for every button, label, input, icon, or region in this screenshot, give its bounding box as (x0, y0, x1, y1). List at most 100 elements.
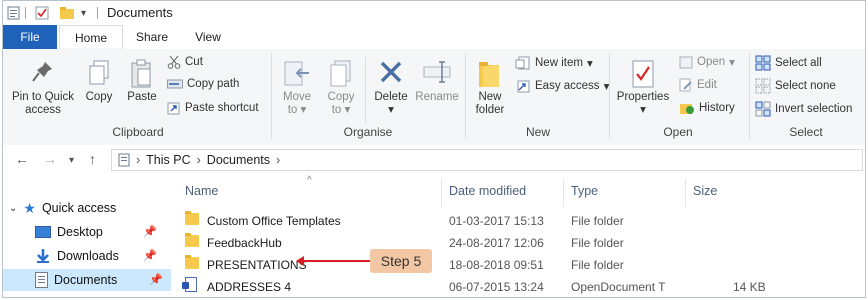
copy-path-button[interactable]: Copy path (167, 78, 239, 90)
pin-icon[interactable]: 📌 (143, 225, 157, 238)
paste-button[interactable]: Paste (123, 59, 161, 104)
move-to-label-line1: Move (282, 91, 312, 103)
table-row[interactable]: Custom Office Templates 01-03-2017 15:13… (171, 210, 865, 231)
address-bar[interactable]: › This PC › Documents › (111, 149, 863, 171)
pin-to-quick-access-button[interactable]: Pin to Quick access (7, 59, 79, 117)
back-arrow-icon[interactable]: ← (15, 151, 29, 167)
move-to-button[interactable]: Move to ▾ (277, 59, 317, 117)
tab-share[interactable]: Share (127, 25, 177, 49)
nav-item-label: Desktop (57, 225, 103, 239)
file-type: File folder (571, 236, 624, 250)
file-name: PRESENTATIONS (207, 258, 307, 272)
select-none-button[interactable]: Select none (755, 78, 836, 94)
paste-shortcut-button[interactable]: Paste shortcut (167, 101, 259, 115)
delete-button[interactable]: Delete ▾ (369, 59, 413, 117)
copy-to-button[interactable]: Copy to ▾ (321, 59, 361, 117)
customize-toolbar-icon[interactable]: ▾ (81, 5, 86, 21)
paste-icon (123, 59, 161, 91)
breadcrumb-separator-icon: › (276, 153, 281, 167)
open-label: Open (697, 56, 726, 68)
nav-downloads[interactable]: Downloads 📌 (35, 245, 165, 267)
file-list: ^ Name Date modified Type Size Custom Of… (171, 175, 865, 297)
title-bar: ▾ Documents (3, 1, 865, 25)
new-folder-button[interactable]: New folder (469, 59, 511, 117)
history-button[interactable]: History (679, 101, 735, 115)
invert-selection-icon (755, 101, 771, 117)
pin-label-line1: Pin to Quick (12, 91, 74, 103)
copy-label: Copy (85, 91, 113, 103)
chevron-down-icon: ⌄ (9, 202, 18, 214)
annotation-arrow (302, 260, 370, 262)
file-type: OpenDocument T (571, 280, 666, 294)
pin-icon[interactable]: 📌 (143, 249, 157, 262)
rename-label: Rename (415, 91, 459, 103)
pin-icon[interactable]: 📌 (149, 273, 163, 286)
file-name: FeedbackHub (207, 236, 282, 250)
star-icon: ★ (23, 199, 36, 216)
nav-documents[interactable]: Documents 📌 (3, 269, 171, 291)
select-none-label: Select none (775, 80, 836, 92)
cut-button[interactable]: Cut (167, 55, 203, 69)
new-item-button[interactable]: New item ▾ (515, 55, 593, 71)
tab-file[interactable]: File (3, 25, 57, 49)
delete-label: Delete (374, 91, 408, 103)
breadcrumb-documents[interactable]: Documents (207, 153, 270, 167)
file-explorer-window: ▾ Documents File Home Share View Pin to … (2, 0, 866, 298)
new-folder-label-line1: New (478, 91, 502, 103)
paste-shortcut-icon (167, 101, 181, 115)
column-header-name[interactable]: Name (185, 184, 218, 198)
nav-desktop[interactable]: Desktop 📌 (35, 221, 165, 243)
file-date: 01-03-2017 15:13 (449, 214, 544, 228)
edit-button[interactable]: Edit (679, 78, 717, 92)
recent-locations-icon[interactable]: ▾ (69, 155, 74, 166)
tab-view[interactable]: View (183, 25, 233, 49)
new-item-label: New item (535, 57, 583, 69)
scissors-icon (167, 55, 181, 69)
new-group-label: New (525, 125, 550, 139)
navigation-bar: ← → ▾ ↑ › This PC › Documents › (3, 145, 865, 175)
copy-button[interactable]: Copy (81, 59, 117, 104)
invert-selection-button[interactable]: Invert selection (755, 101, 852, 117)
up-arrow-icon[interactable]: ↑ (89, 151, 96, 167)
forward-arrow-icon[interactable]: → (43, 151, 57, 167)
properties-icon[interactable] (7, 5, 21, 21)
properties-dropdown-icon: ▾ (640, 104, 646, 116)
table-row[interactable]: ADDRESSES 4 06-07-2015 13:24 OpenDocumen… (171, 276, 865, 297)
clipboard-group-label: Clipboard (112, 125, 164, 139)
nav-quick-access[interactable]: ⌄ ★ Quick access (9, 197, 116, 219)
window-title: Documents (107, 5, 173, 20)
this-pc-icon (118, 153, 130, 167)
copy-to-label-line2: to ▾ (331, 104, 351, 116)
new-folder-icon[interactable] (59, 5, 75, 21)
easy-access-button[interactable]: Easy access ▾ (515, 78, 609, 94)
table-row[interactable]: PRESENTATIONS 18-08-2018 09:51 File fold… (171, 254, 865, 275)
properties-button[interactable]: Properties ▾ (615, 59, 671, 117)
folder-icon (185, 255, 199, 269)
open-group-label: Open (663, 125, 693, 139)
step-callout: Step 5 (370, 249, 432, 273)
column-header-size[interactable]: Size (693, 184, 717, 198)
table-row[interactable]: FeedbackHub 24-08-2017 12:06 File folder (171, 232, 865, 253)
cut-label: Cut (185, 56, 203, 68)
open-button[interactable]: Open ▾ (679, 55, 735, 69)
file-size: 14 KB (733, 280, 766, 294)
checkmark-icon[interactable] (35, 5, 49, 21)
rename-icon (413, 59, 461, 91)
column-header-date-modified[interactable]: Date modified (449, 184, 526, 198)
delete-x-icon (369, 59, 413, 91)
select-all-button[interactable]: Select all (755, 55, 822, 71)
file-name: Custom Office Templates (207, 214, 341, 228)
easy-access-icon (515, 78, 531, 94)
select-group-label: Select (789, 125, 823, 139)
navigation-pane: ⌄ ★ Quick access Desktop 📌 Downloads 📌 D… (3, 177, 171, 297)
column-header-type[interactable]: Type (571, 184, 598, 198)
history-label: History (699, 102, 735, 114)
breadcrumb-this-pc[interactable]: This PC (146, 153, 190, 167)
nav-item-label: Documents (54, 273, 118, 287)
rename-button[interactable]: Rename (413, 59, 461, 104)
open-dropdown-icon: ▾ (729, 57, 735, 69)
pin-icon (7, 59, 79, 91)
tab-home[interactable]: Home (59, 25, 123, 49)
opendocument-file-icon (182, 277, 197, 292)
properties-checkmark-icon (615, 59, 671, 91)
